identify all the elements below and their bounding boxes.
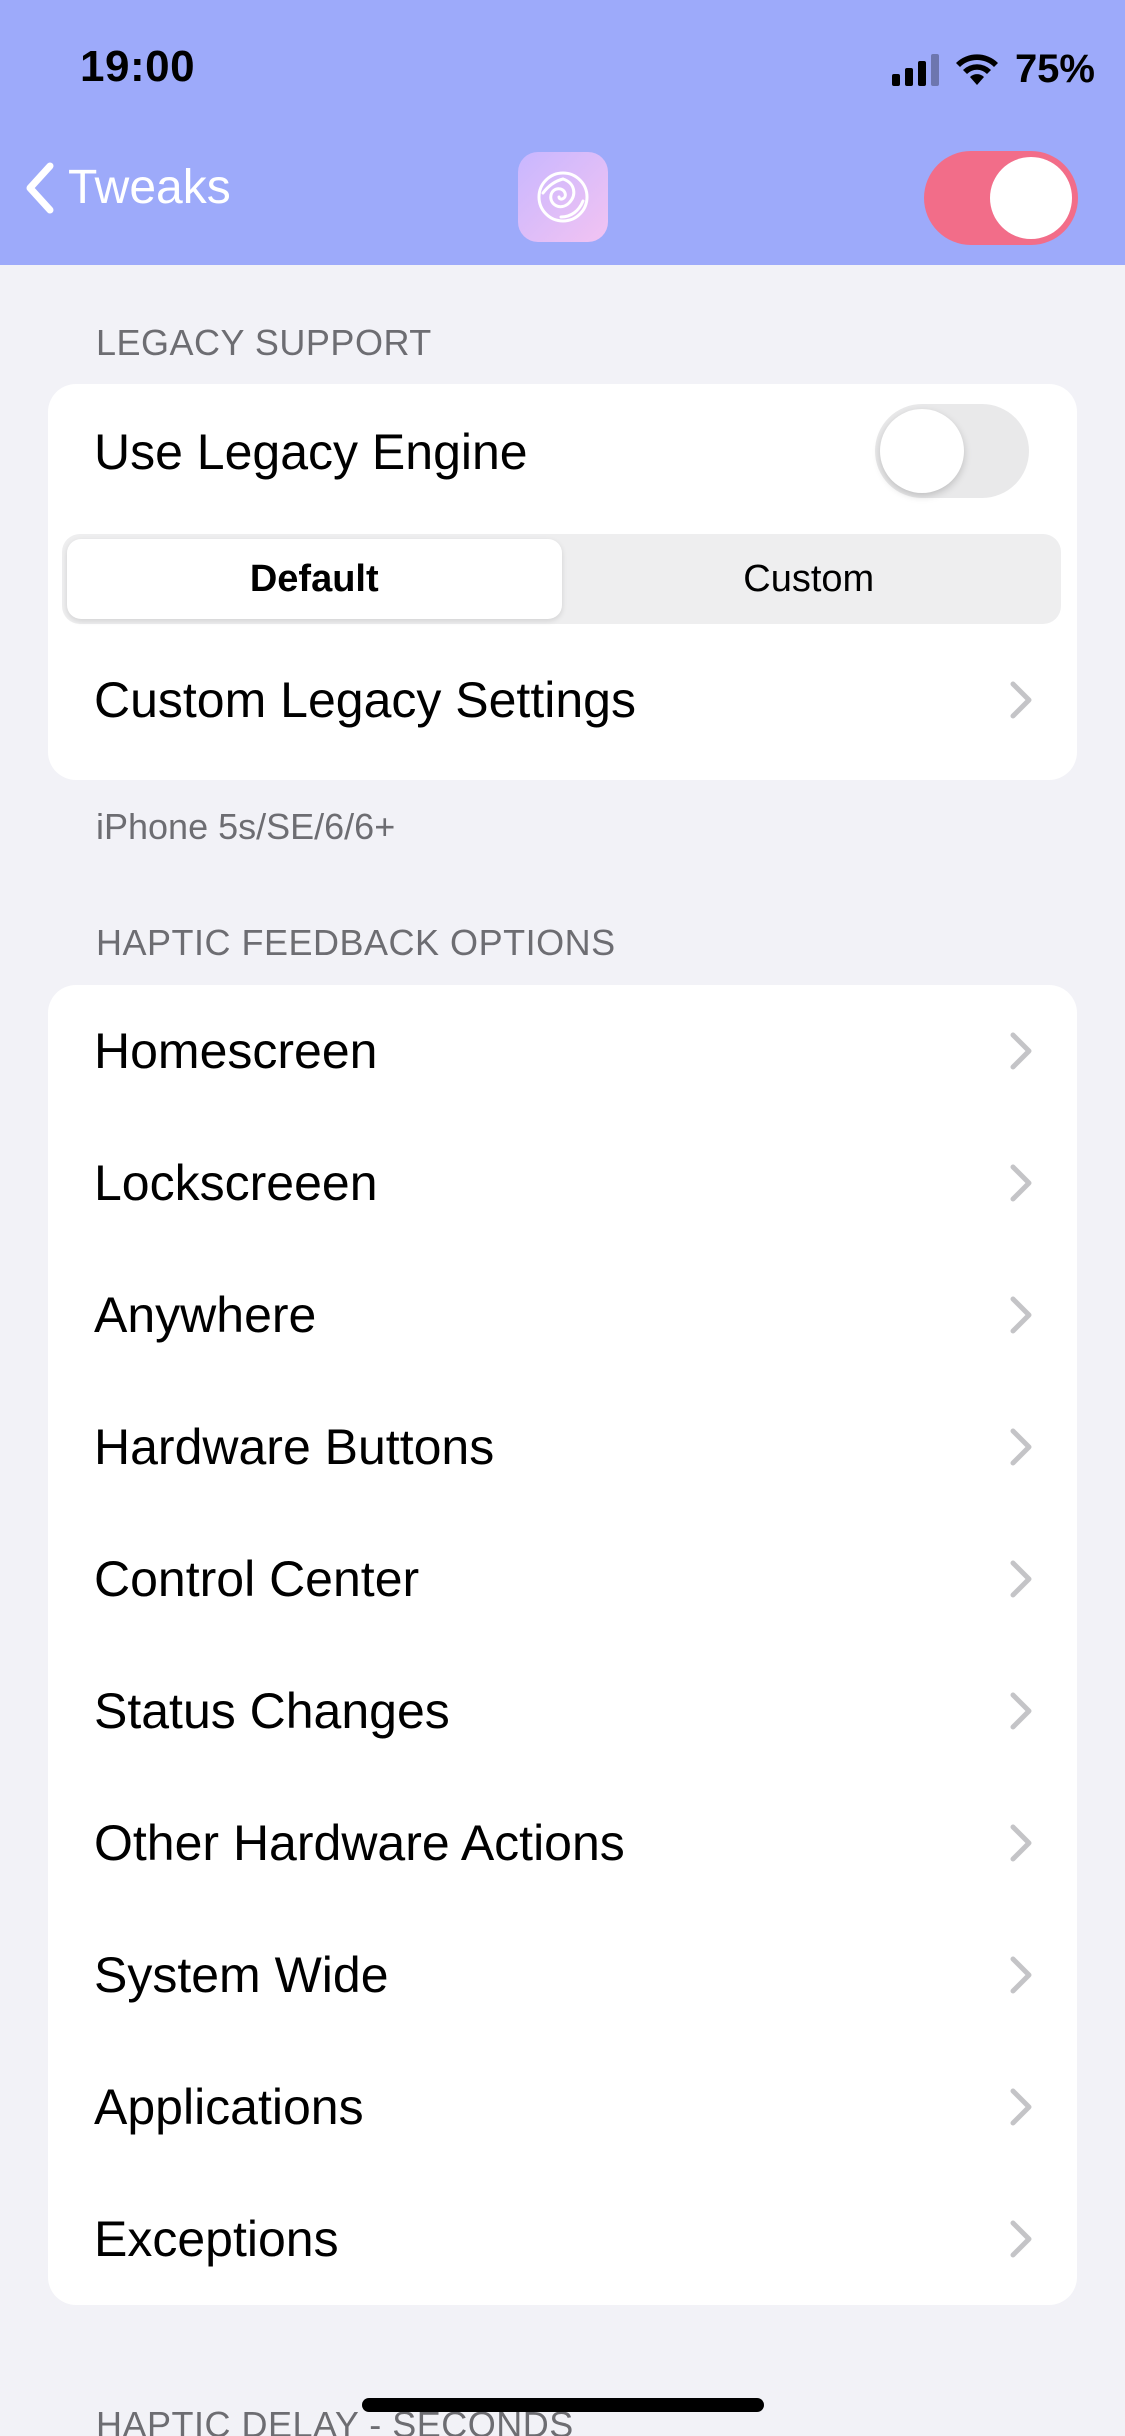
chevron-right-icon (1010, 1560, 1032, 1598)
haptic-item-other-hardware-actions[interactable]: Other Hardware Actions (48, 1777, 1077, 1909)
haptic-item-hardware-buttons[interactable]: Hardware Buttons (48, 1381, 1077, 1513)
chevron-right-icon (1010, 1428, 1032, 1466)
list-item-label: Hardware Buttons (94, 1419, 495, 1475)
chevron-right-icon (1010, 1296, 1032, 1334)
list-item-label: Control Center (94, 1551, 420, 1607)
chevron-right-icon (1010, 1692, 1032, 1730)
home-indicator[interactable] (362, 2398, 764, 2412)
list-item-label: Exceptions (94, 2211, 339, 2267)
toggle-knob (990, 157, 1072, 239)
navigation-header: 19:00 75% Tweaks (0, 0, 1125, 265)
haptic-item-applications[interactable]: Applications (48, 2041, 1077, 2173)
use-legacy-engine-toggle[interactable] (875, 404, 1029, 498)
rose-logo-icon (518, 152, 608, 242)
legacy-mode-segmented-control: Default Custom (62, 534, 1061, 624)
haptic-options-card: Homescreen Lockscreeen Anywhere Hardware… (48, 985, 1077, 2305)
list-item-label: Applications (94, 2079, 364, 2135)
haptic-item-status-changes[interactable]: Status Changes (48, 1645, 1077, 1777)
chevron-right-icon (1010, 2088, 1032, 2126)
battery-percentage: 75% (1014, 46, 1095, 91)
list-item-label: Anywhere (94, 1287, 317, 1343)
list-item-label: Status Changes (94, 1683, 450, 1739)
status-indicators: 75% (891, 44, 1095, 94)
list-item-label: Homescreen (94, 1023, 378, 1079)
haptic-item-homescreen[interactable]: Homescreen (48, 985, 1077, 1117)
use-legacy-engine-row: Use Legacy Engine (48, 384, 1077, 520)
haptic-item-exceptions[interactable]: Exceptions (48, 2173, 1077, 2305)
chevron-left-icon (26, 162, 54, 213)
legacy-section-header: LEGACY SUPPORT (96, 322, 432, 363)
status-time: 19:00 (80, 42, 196, 91)
haptic-section-header: HAPTIC FEEDBACK OPTIONS (96, 922, 616, 963)
list-item-label: Other Hardware Actions (94, 1815, 625, 1871)
segment-custom[interactable]: Custom (562, 539, 1057, 619)
chevron-right-icon (1010, 1164, 1032, 1202)
segment-default[interactable]: Default (67, 539, 562, 619)
list-item-label: System Wide (94, 1947, 389, 2003)
chevron-right-icon (1010, 681, 1032, 719)
chevron-right-icon (1010, 1032, 1032, 1070)
master-enable-toggle[interactable] (924, 151, 1078, 245)
wifi-icon (955, 54, 998, 85)
back-button-label: Tweaks (68, 161, 231, 214)
custom-legacy-settings-label: Custom Legacy Settings (94, 672, 636, 728)
legacy-section-footer: iPhone 5s/SE/6/6+ (96, 806, 396, 847)
toggle-knob (880, 409, 964, 493)
custom-legacy-settings-row[interactable]: Custom Legacy Settings (48, 634, 1077, 766)
chevron-right-icon (1010, 1956, 1032, 1994)
cellular-signal-icon (891, 52, 939, 86)
back-button[interactable]: Tweaks (24, 160, 231, 215)
list-item-label: Lockscreeen (94, 1155, 378, 1211)
use-legacy-engine-label: Use Legacy Engine (94, 424, 528, 480)
haptic-item-system-wide[interactable]: System Wide (48, 1909, 1077, 2041)
haptic-item-anywhere[interactable]: Anywhere (48, 1249, 1077, 1381)
haptic-item-control-center[interactable]: Control Center (48, 1513, 1077, 1645)
legacy-card: Use Legacy Engine Default Custom Custom … (48, 384, 1077, 780)
chevron-right-icon (1010, 2220, 1032, 2258)
chevron-right-icon (1010, 1824, 1032, 1862)
haptic-item-lockscreen[interactable]: Lockscreeen (48, 1117, 1077, 1249)
